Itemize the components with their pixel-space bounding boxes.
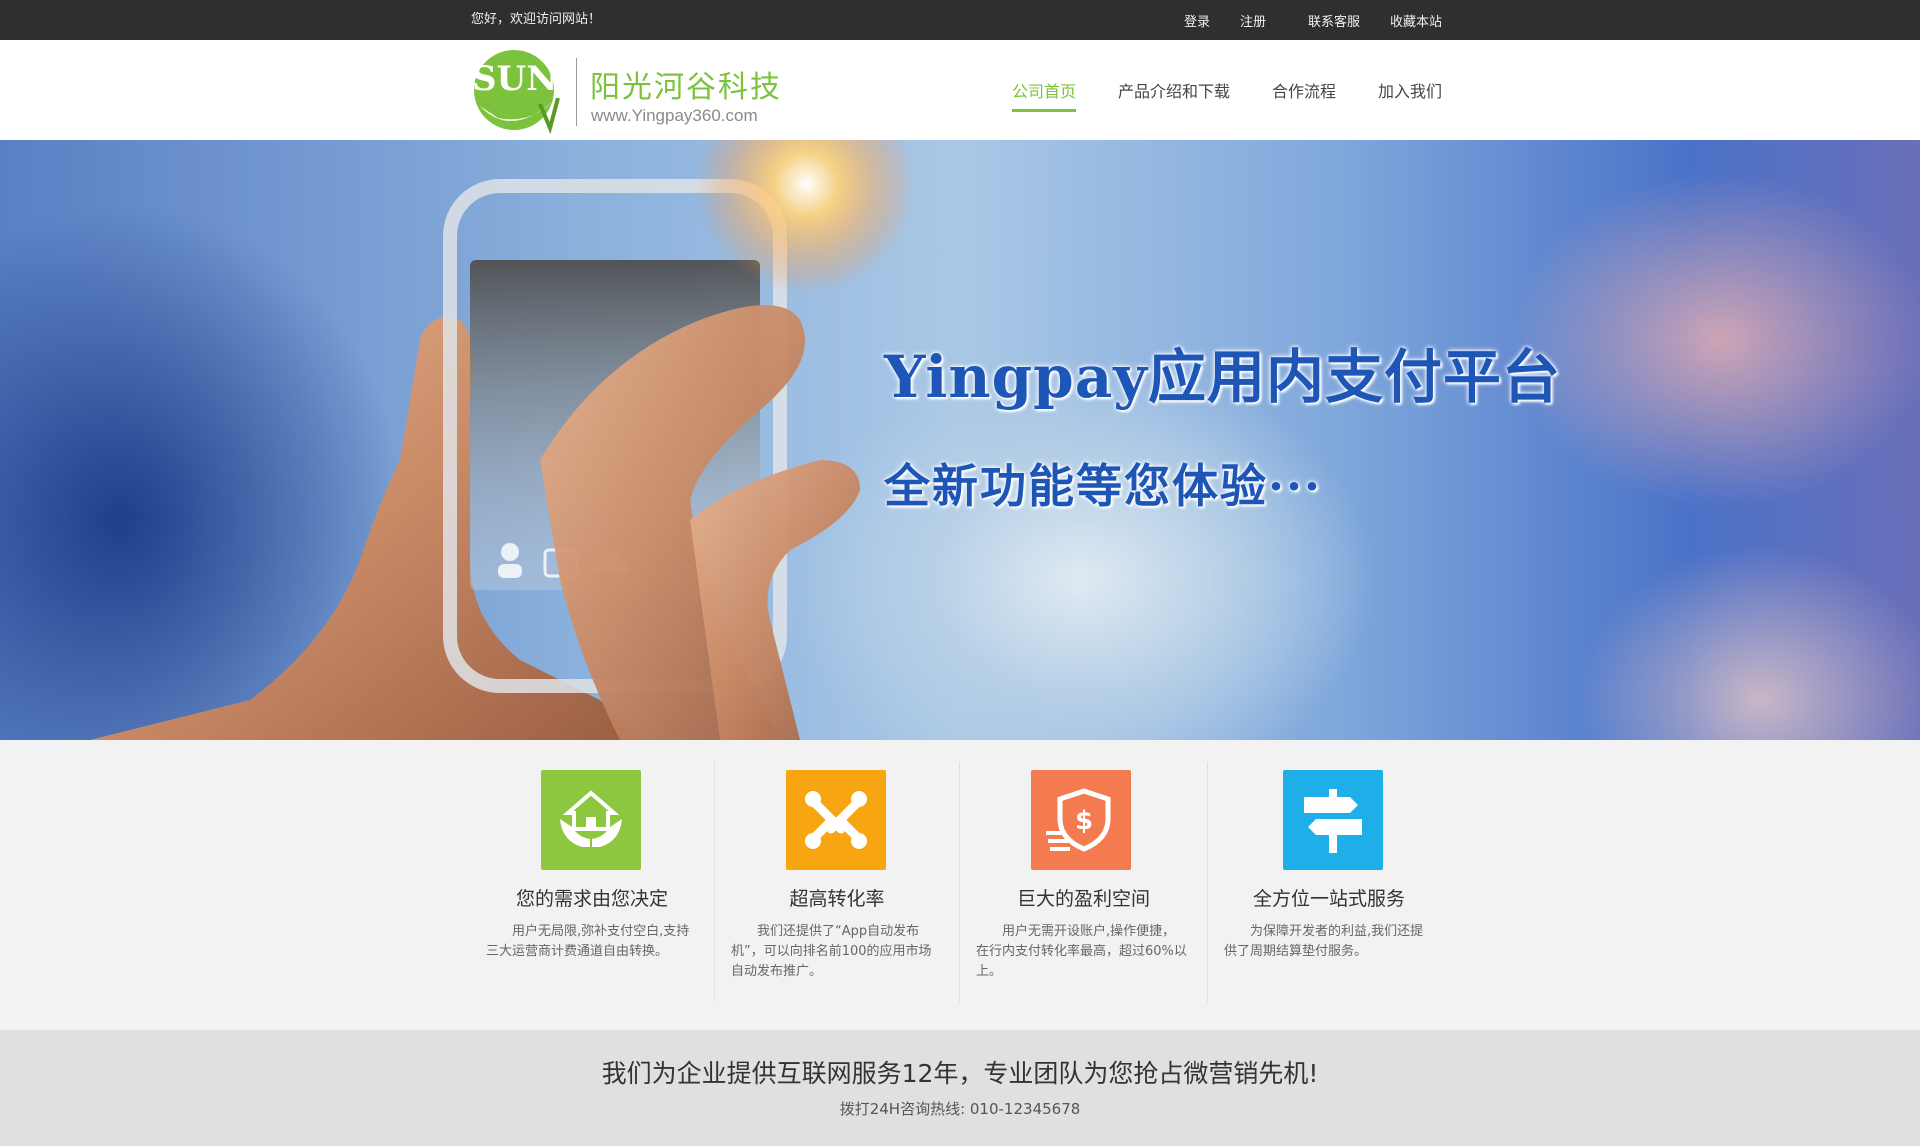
dollar-shield-icon: $ [1031,770,1131,870]
contact-service-link[interactable]: 联系客服 [1308,11,1360,30]
hotline-text: 拨打24H咨询热线: 010-12345678 [839,1100,1081,1118]
nav-home[interactable]: 公司首页 [1011,72,1076,112]
hand-holding-phone-illustration [90,140,916,740]
company-name: 阳光河谷科技 [590,70,782,105]
banner-subtitle: 全新功能等您体验··· [884,459,1323,513]
slogan-title: 我们为企业提供互联网服务12年，专业团队为您抢占微营销先机! [601,1059,1319,1088]
svg-text:$: $ [1075,806,1093,836]
main-nav: 公司首页 产品介绍和下载 合作流程 加入我们 [970,40,1442,140]
hero-banner[interactable]: Yingpay应用内支付平台 全新功能等您体验··· [0,140,1920,740]
top-links: 登录 注册 联系客服 收藏本站 [1184,0,1442,40]
nav-products-download[interactable]: 产品介绍和下载 [1118,72,1230,108]
joomla-knot-icon [786,770,886,870]
feature-title: 全方位一站式服务 [1252,888,1405,910]
nav-cooperation-process[interactable]: 合作流程 [1272,72,1336,108]
feature-card[interactable]: $ 巨大的盈利空间 用户无需开设账户,操作便捷，在行内支付转化率最高，超过60%… [960,762,1208,1002]
feature-title: 超高转化率 [789,888,885,910]
nav-join-us[interactable]: 加入我们 [1378,72,1442,108]
banner-title: Yingpay应用内支付平台 [884,343,1561,411]
feature-card[interactable]: 您的需求由您决定 用户无局限,弥补支付空白,支持三大运营商计费通道自由转换。 [470,762,715,1002]
site-header: SUN 阳光河谷科技 www.Yingpay360.com 公司首页 产品介绍和… [0,40,1920,140]
features-row: 您的需求由您决定 用户无局限,弥补支付空白,支持三大运营商计费通道自由转换。 超… [470,762,1450,1002]
feature-card[interactable]: 全方位一站式服务 为保障开发者的利益,我们还提供了周期结算垫付服务。 [1208,762,1450,1002]
feature-title: 您的需求由您决定 [515,888,668,910]
bookmark-site-link[interactable]: 收藏本站 [1390,11,1442,30]
sun-logo-icon: SUN [472,50,560,134]
site-logo[interactable]: SUN 阳光河谷科技 www.Yingpay360.com [470,48,790,134]
welcome-text: 您好，欢迎访问网站！ [471,12,602,27]
logo-mark-text: SUN [472,59,557,99]
logo-divider [576,58,577,126]
feature-description: 用户无需开设账户,操作便捷，在行内支付转化率最高，超过60%以上。 [976,924,1187,979]
register-link[interactable]: 注册 [1240,11,1266,30]
features-section: 您的需求由您决定 用户无局限,弥补支付空白,支持三大运营商计费通道自由转换。 超… [0,740,1920,1030]
feature-description: 用户无局限,弥补支付空白,支持三大运营商计费通道自由转换。 [486,924,690,959]
feature-card[interactable]: 超高转化率 我们还提供了“App自动发布机”，可以向排名前100的应用市场自动发… [715,762,960,1002]
top-bar: 您好，欢迎访问网站！ 登录 注册 联系客服 收藏本站 [0,0,1920,40]
slogan-strip: 我们为企业提供互联网服务12年，专业团队为您抢占微营销先机! 拨打24H咨询热线… [0,1030,1920,1146]
company-url: www.Yingpay360.com [591,106,758,125]
feature-description: 我们还提供了“App自动发布机”，可以向排名前100的应用市场自动发布推广。 [731,924,932,979]
feature-title: 巨大的盈利空间 [1016,888,1150,910]
house-hands-icon [541,770,641,870]
feature-description: 为保障开发者的利益,我们还提供了周期结算垫付服务。 [1224,924,1424,959]
signpost-icon [1283,770,1383,870]
login-link[interactable]: 登录 [1184,11,1210,30]
